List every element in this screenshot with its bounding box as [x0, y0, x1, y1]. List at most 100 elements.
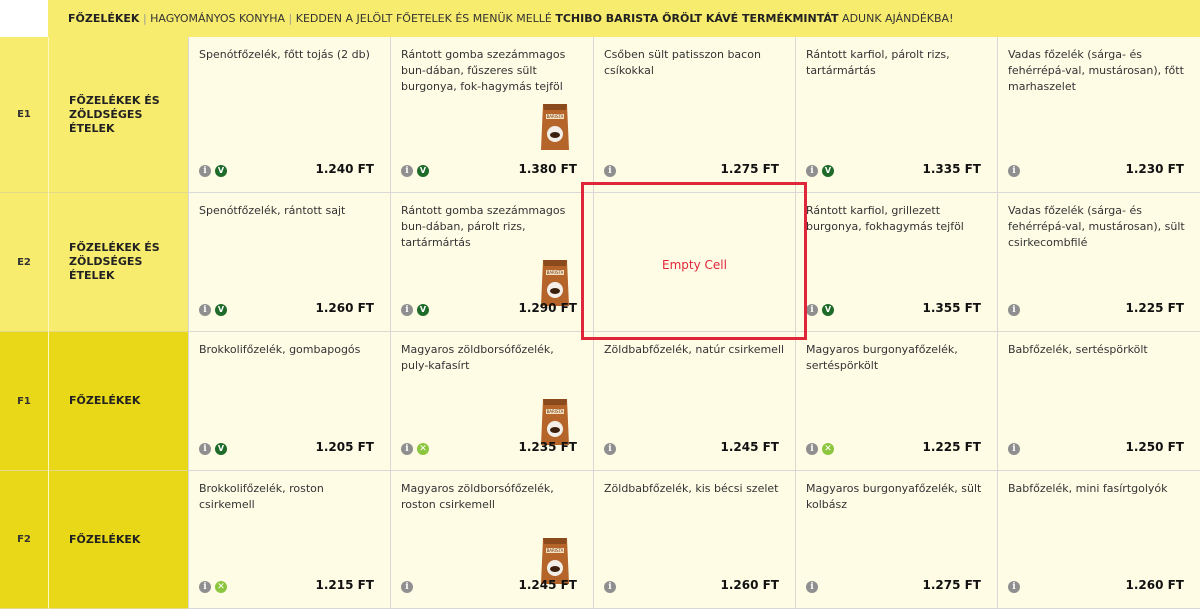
dish-price: 1.225 FT: [1125, 301, 1184, 315]
dish-name: Babfőzelék, sertéspörkölt: [1008, 343, 1148, 356]
info-icon[interactable]: i: [604, 443, 616, 455]
info-icon[interactable]: i: [806, 304, 818, 316]
info-icon[interactable]: i: [1008, 304, 1020, 316]
dish-badges: i ✕: [199, 581, 227, 593]
dish-name: Magyaros zöldborsófőzelék, roston csirke…: [401, 482, 554, 511]
empty-cell-label: Empty Cell: [662, 258, 727, 272]
dish-name: Brokkolifőzelék, gombapogós: [199, 343, 361, 356]
dish-cell[interactable]: Zöldbabfőzelék, natúr csirkemell i 1.245 F…: [593, 332, 795, 471]
dish-badges: iV: [401, 165, 429, 177]
fitness-icon: ✕: [822, 443, 834, 455]
info-icon[interactable]: i: [806, 165, 818, 177]
row-category: FŐZELÉKEK ÉS ZÖLDSÉGES ÉTELEK: [48, 37, 188, 193]
dish-price: 1.260 FT: [1125, 578, 1184, 592]
dish-cell[interactable]: Magyaros burgonyafőzelék, sertéspörkölt i…: [795, 332, 997, 471]
info-icon[interactable]: i: [401, 304, 413, 316]
info-icon[interactable]: i: [401, 443, 413, 455]
banner-highlight: TCHIBO BARISTA ŐRÖLT KÁVÉ TERMÉKMINTÁT: [555, 12, 839, 25]
dish-cell[interactable]: Csőben sült patisszon bacon csíkokkal i 1.…: [593, 37, 795, 193]
info-icon[interactable]: i: [604, 165, 616, 177]
dish-name: Magyaros zöldborsófőzelék, puly-kafasírt: [401, 343, 554, 372]
dish-name: Rántott gomba szezámmagos bun-dában, fűs…: [401, 48, 566, 93]
dish-name: Vadas főzelék (sárga- és fehérrépá-val, …: [1008, 204, 1185, 249]
dish-footer: i V 1.355 FT: [806, 301, 981, 316]
fitness-icon: ✕: [417, 443, 429, 455]
dish-footer: i ✕ 1.235 FT: [401, 440, 577, 455]
row-category: FŐZELÉKEK ÉS ZÖLDSÉGES ÉTELEK: [48, 193, 188, 332]
banner-text-1: HAGYOMÁNYOS KONYHA: [150, 12, 286, 25]
dish-price: 1.260 FT: [315, 301, 374, 315]
dish-footer: i V 1.290 FT: [401, 301, 577, 316]
dish-footer: i 1.245 FT: [401, 578, 577, 593]
dish-cell[interactable]: Zöldbabfőzelék, kis bécsi szelet i 1.260 F…: [593, 471, 795, 609]
dish-cell[interactable]: Vadas főzelék (sárga- és fehérrépá-val, …: [997, 37, 1200, 193]
dish-cell[interactable]: Magyaros zöldborsófőzelék, roston csirke…: [390, 471, 593, 609]
dish-badges: iV: [199, 443, 227, 455]
vegetarian-icon: V: [822, 304, 834, 316]
dish-name: Brokkolifőzelék, roston csirkemell: [199, 482, 324, 511]
coffee-pack-icon: BARISTA: [541, 104, 569, 150]
info-icon[interactable]: i: [401, 581, 413, 593]
info-icon[interactable]: i: [1008, 443, 1020, 455]
row-category: FŐZELÉKEK: [48, 471, 188, 609]
dish-cell[interactable]: Magyaros burgonyafőzelék, sült kolbász i 1…: [795, 471, 997, 609]
dish-price: 1.240 FT: [315, 162, 374, 176]
dish-badges: i: [401, 581, 413, 593]
banner-category: FŐZELÉKEK: [68, 12, 140, 25]
dish-cell[interactable]: Babfőzelék, sertéspörkölt i 1.250 FT: [997, 332, 1200, 471]
dish-name: Rántott gomba szezámmagos bun-dában, pár…: [401, 204, 566, 249]
info-icon[interactable]: i: [806, 581, 818, 593]
vegetarian-icon: V: [215, 443, 227, 455]
vegetarian-icon: V: [417, 304, 429, 316]
dish-footer: i 1.260 FT: [604, 578, 779, 593]
info-icon[interactable]: i: [1008, 165, 1020, 177]
dish-cell[interactable]: Rántott gomba szezámmagos bun-dában, fűs…: [390, 37, 593, 193]
info-icon[interactable]: i: [806, 443, 818, 455]
banner-text-3: ADUNK AJÁNDÉKBA!: [842, 12, 954, 25]
dish-footer: i 1.275 FT: [806, 578, 981, 593]
dish-footer: i 1.245 FT: [604, 440, 779, 455]
dish-cell[interactable]: Rántott karfiol, párolt rizs, tartármárt…: [795, 37, 997, 193]
dish-footer: i V 1.335 FT: [806, 162, 981, 177]
dish-footer: i 1.250 FT: [1008, 440, 1184, 455]
info-icon[interactable]: i: [401, 165, 413, 177]
row-code: E1: [0, 37, 48, 193]
info-icon[interactable]: i: [1008, 581, 1020, 593]
dish-name: Vadas főzelék (sárga- és fehérrépá-val, …: [1008, 48, 1184, 93]
dish-cell[interactable]: Magyaros zöldborsófőzelék, puly-kafasírt…: [390, 332, 593, 471]
dish-badges: iV: [199, 165, 227, 177]
dish-footer: i ✕ 1.225 FT: [806, 440, 981, 455]
dish-cell[interactable]: Rántott gomba szezámmagos bun-dában, pár…: [390, 193, 593, 332]
dish-footer: i V 1.205 FT: [199, 440, 374, 455]
dish-footer: i ✕ 1.215 FT: [199, 578, 374, 593]
vegetarian-icon: V: [215, 165, 227, 177]
dish-footer: i V 1.240 FT: [199, 162, 374, 177]
dish-badges: iV: [401, 304, 429, 316]
dish-cell[interactable]: Vadas főzelék (sárga- és fehérrépá-val, …: [997, 193, 1200, 332]
dish-name: Zöldbabfőzelék, natúr csirkemell: [604, 343, 785, 356]
dish-badges: i ✕: [806, 443, 834, 455]
banner-text-2: KEDDEN A JELÖLT FŐETELEK ÉS MENÜK MELLÉ: [295, 12, 552, 25]
coffee-pack-label: BARISTA: [547, 548, 564, 553]
dish-cell[interactable]: Rántott karfiol, grillezett burgonya, fo…: [795, 193, 997, 332]
dish-badges: i: [604, 443, 616, 455]
dish-cell[interactable]: Brokkolifőzelék, roston csirkemell i ✕ 1.21…: [188, 471, 390, 609]
info-icon[interactable]: i: [199, 304, 211, 316]
dish-cell[interactable]: Brokkolifőzelék, gombapogós i V 1.205 FT: [188, 332, 390, 471]
dish-name: Babfőzelék, mini fasírtgolyók: [1008, 482, 1168, 495]
dish-name: Rántott karfiol, grillezett burgonya, fo…: [806, 204, 964, 233]
info-icon[interactable]: i: [604, 581, 616, 593]
dish-badges: i: [1008, 304, 1020, 316]
dish-cell[interactable]: Babfőzelék, mini fasírtgolyók i 1.260 FT: [997, 471, 1200, 609]
vegetarian-icon: V: [417, 165, 429, 177]
dish-name: Rántott karfiol, párolt rizs, tartármárt…: [806, 48, 950, 77]
empty-cell: Empty Cell: [593, 193, 795, 332]
info-icon[interactable]: i: [199, 581, 211, 593]
info-icon[interactable]: i: [199, 165, 211, 177]
dish-price: 1.215 FT: [315, 578, 374, 592]
dish-cell[interactable]: Spenótfőzelék, rántott sajt i V 1.260 FT: [188, 193, 390, 332]
info-icon[interactable]: i: [199, 443, 211, 455]
dish-footer: i 1.260 FT: [1008, 578, 1184, 593]
dish-cell[interactable]: Spenótfőzelék, főtt tojás (2 db) i V 1.240 …: [188, 37, 390, 193]
dish-badges: iV: [806, 165, 834, 177]
